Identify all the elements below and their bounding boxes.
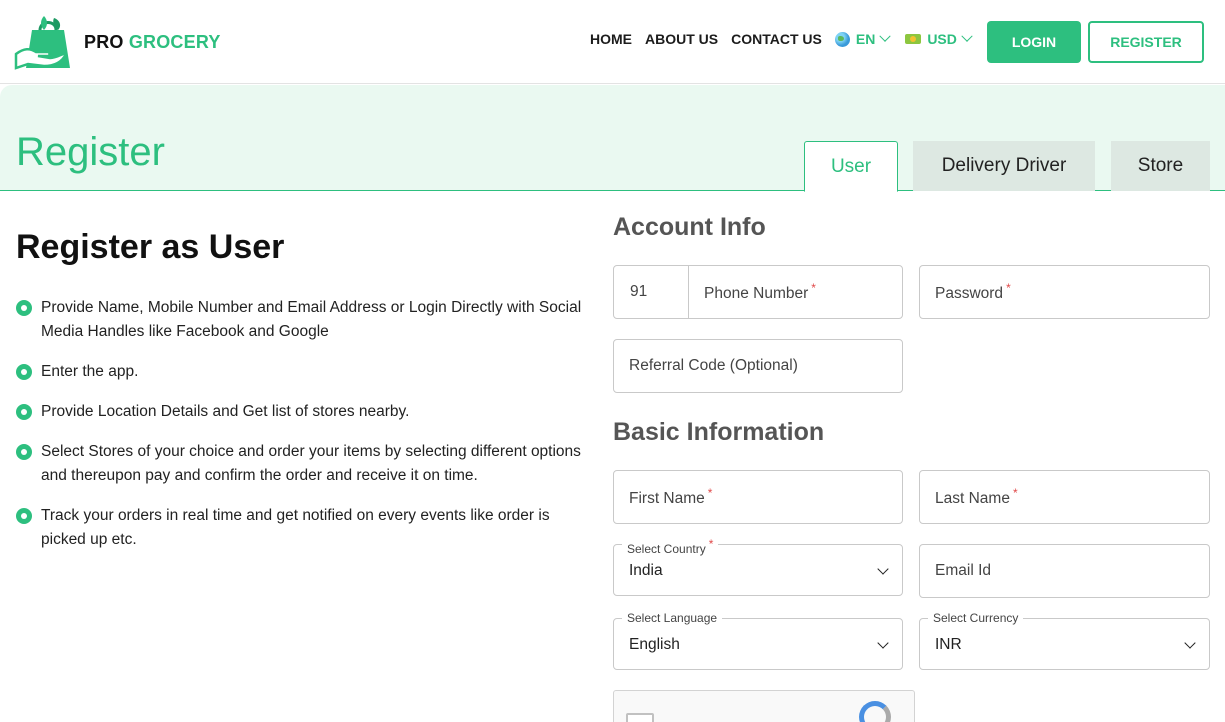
grocery-bag-icon (14, 16, 70, 70)
bullet-icon (16, 364, 32, 380)
nav-home[interactable]: HOME (590, 31, 632, 47)
steps-list: Provide Name, Mobile Number and Email Ad… (16, 296, 591, 568)
first-name-field[interactable]: First Name * (613, 470, 903, 524)
email-field[interactable]: Email Id (919, 544, 1210, 598)
main-nav: HOME ABOUT US CONTACT US EN USD (590, 30, 987, 47)
list-item: Track your orders in real time and get n… (16, 504, 591, 552)
password-placeholder: Password (935, 285, 1004, 303)
basic-information-title: Basic Information (613, 418, 825, 446)
language-select[interactable]: Select Language English (613, 611, 903, 670)
list-item: Select Stores of your choice and order y… (16, 440, 591, 488)
account-info-title: Account Info (613, 213, 766, 241)
password-field[interactable]: Password * (919, 265, 1210, 319)
bullet-icon (16, 300, 32, 316)
step-text: Provide Location Details and Get list of… (41, 403, 410, 420)
country-label-text: Select Country (627, 542, 706, 556)
list-item: Provide Name, Mobile Number and Email Ad… (16, 296, 591, 344)
currency-select[interactable]: Select Currency INR (919, 611, 1210, 670)
chevron-down-icon (961, 30, 973, 42)
currency-select-value: INR (935, 636, 962, 653)
tab-delivery-driver[interactable]: Delivery Driver (913, 141, 1095, 191)
logo[interactable]: PRO GROCERY (14, 14, 221, 70)
language-select-value: English (629, 636, 680, 653)
chevron-down-icon (1184, 637, 1196, 649)
language-selector[interactable]: EN (834, 30, 891, 47)
country-select-label: Select Country * (622, 537, 719, 556)
first-name-placeholder: First Name (629, 490, 705, 508)
phone-field[interactable]: 91 Phone Number * (613, 265, 903, 319)
page-title: Register (16, 130, 165, 174)
site-header: PRO GROCERY HOME ABOUT US CONTACT US EN … (0, 0, 1225, 84)
currency-value: USD (927, 31, 957, 47)
list-item: Enter the app. (16, 360, 591, 384)
language-select-label: Select Language (622, 611, 723, 625)
logo-word-grocery: GROCERY (128, 31, 221, 52)
login-button[interactable]: LOGIN (987, 21, 1081, 63)
email-placeholder: Email Id (935, 562, 991, 579)
required-mark: * (708, 537, 714, 551)
referral-placeholder: Referral Code (Optional) (629, 357, 798, 374)
required-mark: * (811, 280, 816, 295)
referral-code-field[interactable]: Referral Code (Optional) (613, 339, 903, 393)
country-select-value: India (629, 562, 663, 579)
chevron-down-icon (877, 563, 889, 575)
nav-contact-us[interactable]: CONTACT US (731, 31, 822, 47)
country-select[interactable]: Select Country * India (613, 537, 903, 596)
last-name-field[interactable]: Last Name * (919, 470, 1210, 524)
tab-user[interactable]: User (804, 141, 898, 192)
required-mark: * (1012, 485, 1018, 500)
country-code[interactable]: 91 (614, 266, 689, 318)
nav-about-us[interactable]: ABOUT US (645, 31, 718, 47)
section-title-register-as-user: Register as User (16, 228, 285, 266)
money-icon (905, 34, 922, 44)
list-item: Provide Location Details and Get list of… (16, 400, 591, 424)
step-text: Provide Name, Mobile Number and Email Ad… (41, 299, 582, 340)
chevron-down-icon (877, 637, 889, 649)
last-name-placeholder: Last Name (935, 490, 1010, 508)
currency-selector[interactable]: USD (905, 30, 973, 47)
step-text: Track your orders in real time and get n… (41, 507, 550, 548)
bullet-icon (16, 508, 32, 524)
step-text: Enter the app. (41, 363, 139, 380)
logo-text: PRO GROCERY (84, 32, 221, 53)
recaptcha-widget (613, 690, 915, 722)
required-mark: * (707, 485, 713, 500)
bullet-icon (16, 404, 32, 420)
recaptcha-checkbox[interactable] (626, 713, 654, 722)
recaptcha-icon (859, 701, 891, 722)
phone-input[interactable]: Phone Number * (689, 281, 816, 303)
required-mark: * (1006, 280, 1011, 295)
bullet-icon (16, 444, 32, 460)
phone-placeholder: Phone Number (704, 285, 809, 303)
logo-word-pro: PRO (84, 31, 124, 52)
language-value: EN (855, 31, 876, 47)
chevron-down-icon (879, 30, 891, 42)
globe-icon (834, 31, 850, 47)
step-text: Select Stores of your choice and order y… (41, 443, 581, 484)
tab-store[interactable]: Store (1111, 141, 1210, 191)
register-button[interactable]: REGISTER (1088, 21, 1204, 63)
currency-select-label: Select Currency (928, 611, 1024, 625)
page-banner: Register User Delivery Driver Store (0, 85, 1225, 192)
